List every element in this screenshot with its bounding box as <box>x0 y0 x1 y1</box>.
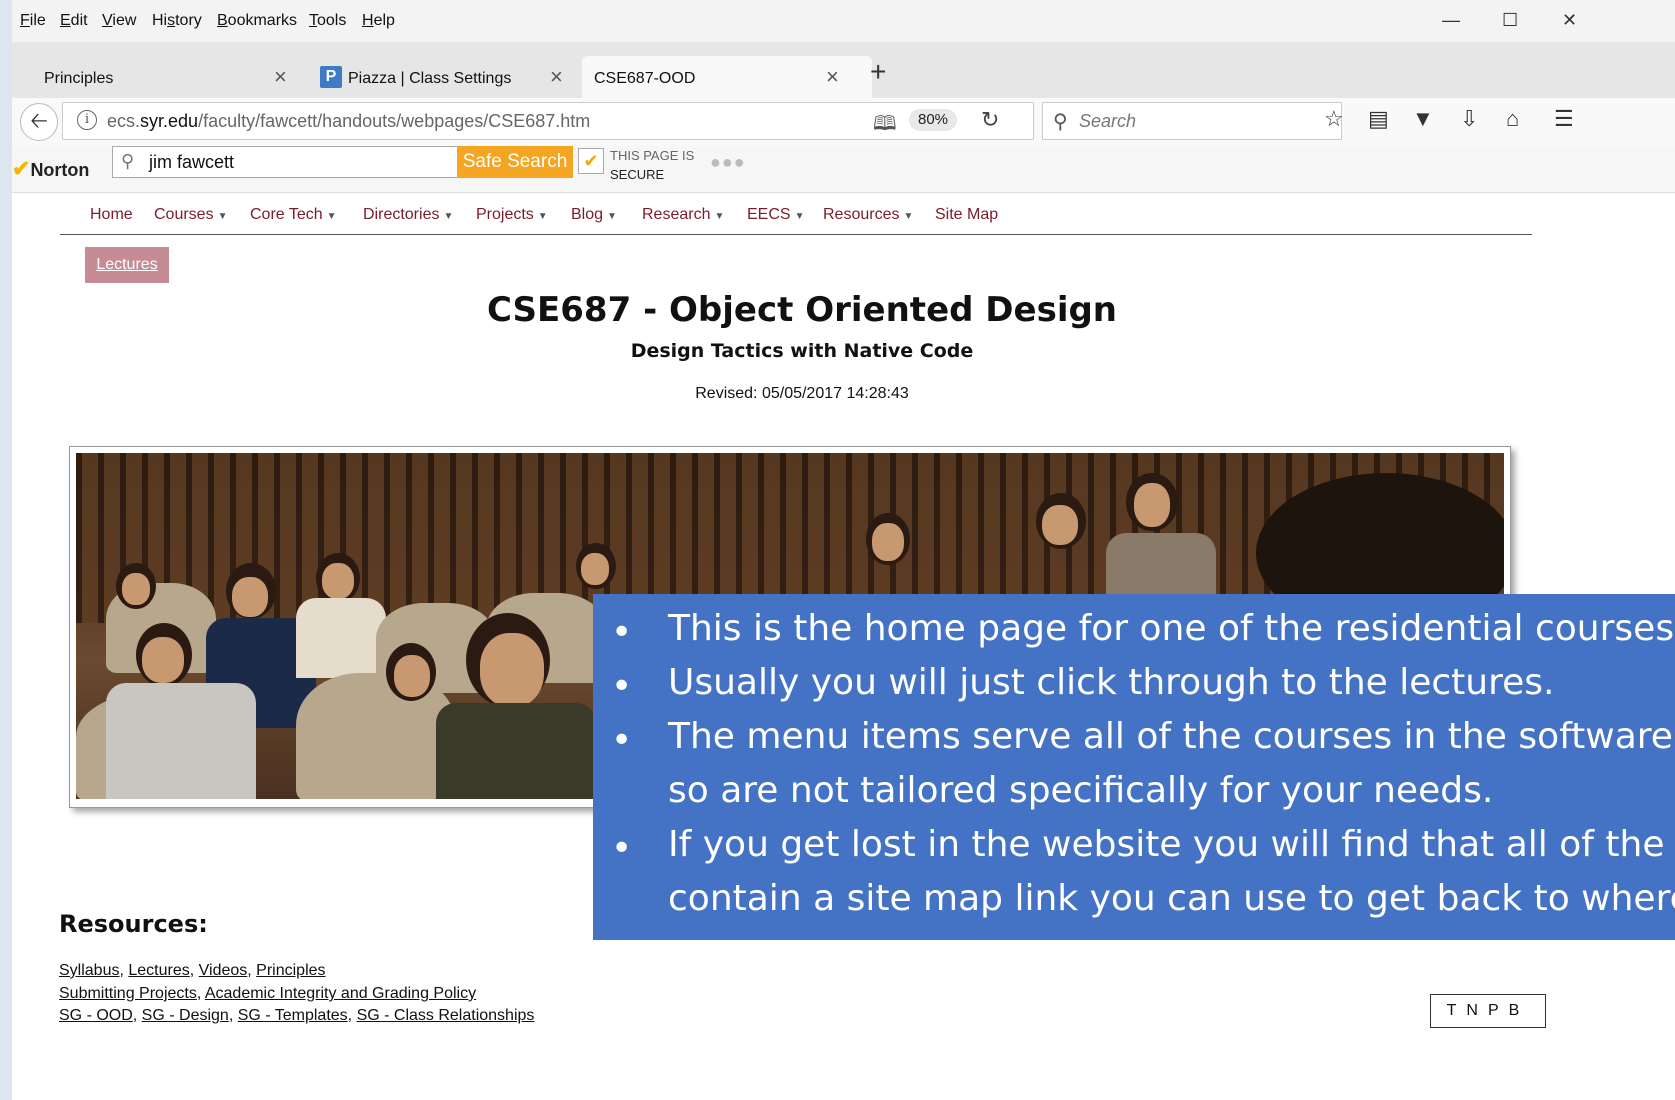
pocket-icon[interactable]: ▼ <box>1412 106 1434 132</box>
tab-piazza[interactable]: P Piazza | Class Settings × <box>314 56 584 98</box>
reader-view-icon[interactable]: 🕮 <box>873 109 897 143</box>
resource-line: Syllabus, Lectures, Videos, Principles <box>59 962 326 979</box>
page-subtitle: Design Tactics with Native Code <box>630 340 974 362</box>
caret-down-icon: ▼ <box>443 211 454 222</box>
menu-view[interactable]: View <box>102 12 136 30</box>
search-icon: ⚲ <box>1053 111 1068 133</box>
norton-check-icon: ✔ <box>12 156 31 181</box>
nav-eecs[interactable]: EECS ▼ <box>747 206 804 224</box>
close-tab-icon[interactable]: × <box>274 64 287 90</box>
revised-date: Revised: 05/05/2017 14:28:43 <box>695 385 909 402</box>
download-icon[interactable]: ⇩ <box>1460 106 1478 132</box>
nav-site-map[interactable]: Site Map <box>935 206 998 224</box>
caret-down-icon: ▼ <box>326 211 337 222</box>
lectures-button[interactable]: Lectures <box>85 247 169 283</box>
url-text: ecs.syr.edu/faculty/fawcett/handouts/web… <box>107 111 591 131</box>
tab-cse687[interactable]: CSE687-OOD × <box>582 56 872 98</box>
nav-divider <box>60 234 1532 235</box>
menu-file[interactable]: File <box>20 12 46 30</box>
link-sg-design[interactable]: SG - Design <box>142 1007 229 1024</box>
nav-home[interactable]: Home <box>90 206 133 224</box>
url-bar[interactable]: i ecs.syr.edu/faculty/fawcett/handouts/w… <box>62 102 1034 140</box>
minimize-icon[interactable]: — <box>1442 10 1460 31</box>
search-box[interactable]: ⚲ Search <box>1042 102 1342 140</box>
caret-down-icon: ▼ <box>217 211 228 222</box>
nav-resources[interactable]: Resources ▼ <box>823 206 913 224</box>
more-dots-icon[interactable]: ●●● <box>710 152 746 173</box>
tab-label: Principles <box>44 70 114 87</box>
maximize-icon[interactable]: ☐ <box>1502 10 1518 31</box>
slide-callout: • This is the home page for one of the r… <box>593 594 1675 940</box>
norton-logo: ✔Norton <box>12 156 90 181</box>
link-lectures[interactable]: Lectures <box>128 962 189 979</box>
search-placeholder: Search <box>1079 111 1137 131</box>
callout-line: The menu items serve all of the courses … <box>668 716 1675 757</box>
menu-bookmarks[interactable]: Bookmarks <box>217 12 297 30</box>
bullet: • <box>611 828 633 869</box>
norton-toolbar: ✔Norton ⚲ jim fawcett Safe Search ✔ THIS… <box>12 146 1675 193</box>
nav-projects[interactable]: Projects ▼ <box>476 206 548 224</box>
callout-line: so are not tailored specifically for you… <box>668 770 1494 811</box>
page-title: CSE687 - Object Oriented Design <box>486 290 1118 330</box>
link-syllabus[interactable]: Syllabus <box>59 962 119 979</box>
corner-nav-buttons[interactable]: TNPB <box>1430 994 1546 1028</box>
caret-down-icon: ▼ <box>903 211 914 222</box>
nav-blog[interactable]: Blog ▼ <box>571 206 617 224</box>
bullet: • <box>611 666 633 707</box>
bullet: • <box>611 612 633 653</box>
home-icon[interactable]: ⌂ <box>1506 106 1519 132</box>
callout-line: If you get lost in the website you will … <box>668 824 1675 865</box>
close-tab-icon[interactable]: × <box>826 64 839 90</box>
link-videos[interactable]: Videos <box>199 962 248 979</box>
close-window-icon[interactable]: ✕ <box>1562 10 1577 31</box>
search-icon: ⚲ <box>121 151 135 171</box>
bookmarks-menu-icon[interactable]: ▤ <box>1368 106 1389 132</box>
resources-heading: Resources: <box>59 910 208 938</box>
menu-history[interactable]: History <box>152 12 202 30</box>
callout-line: Usually you will just click through to t… <box>668 662 1555 703</box>
norton-search-input[interactable]: ⚲ jim fawcett <box>112 146 459 178</box>
nav-core-tech[interactable]: Core Tech ▼ <box>250 206 337 224</box>
caret-down-icon: ▼ <box>537 211 548 222</box>
secure-status: THIS PAGE IS SECURE <box>610 148 695 182</box>
link-principles[interactable]: Principles <box>256 962 325 979</box>
link-sg-class-relationships[interactable]: SG - Class Relationships <box>357 1007 535 1024</box>
nav-courses[interactable]: Courses ▼ <box>154 206 227 224</box>
zoom-level[interactable]: 80% <box>909 109 957 131</box>
link-sg-templates[interactable]: SG - Templates <box>238 1007 348 1024</box>
caret-down-icon: ▼ <box>607 211 617 222</box>
bullet: • <box>611 720 633 761</box>
link-academic-integrity[interactable]: Academic Integrity and Grading Policy <box>205 985 476 1002</box>
link-submitting-projects[interactable]: Submitting Projects <box>59 985 197 1002</box>
caret-down-icon: ▼ <box>714 211 725 222</box>
tab-bar: Principles × P Piazza | Class Settings ×… <box>12 42 1675 98</box>
callout-line: contain a site map link you can use to g… <box>668 878 1675 919</box>
menu-bar: File Edit View History Bookmarks Tools H… <box>12 0 1675 42</box>
menu-edit[interactable]: Edit <box>60 12 88 30</box>
new-tab-icon[interactable]: + <box>870 56 886 88</box>
resource-line: Submitting Projects, Academic Integrity … <box>59 985 477 1002</box>
resource-line: SG - OOD, SG - Design, SG - Templates, S… <box>59 1007 535 1024</box>
menu-tools[interactable]: Tools <box>309 12 346 30</box>
reload-icon[interactable]: ↻ <box>981 107 999 133</box>
safe-search-button[interactable]: Safe Search <box>457 146 573 178</box>
tab-label: Piazza | Class Settings <box>348 70 512 87</box>
close-tab-icon[interactable]: × <box>550 64 563 90</box>
bookmark-star-icon[interactable]: ☆ <box>1324 106 1344 132</box>
nav-directories[interactable]: Directories ▼ <box>363 206 453 224</box>
link-sg-ood[interactable]: SG - OOD <box>59 1007 133 1024</box>
info-icon[interactable]: i <box>77 110 97 130</box>
callout-line: This is the home page for one of the res… <box>668 608 1675 649</box>
tab-principles[interactable]: Principles × <box>12 56 312 98</box>
caret-down-icon: ▼ <box>794 211 805 222</box>
menu-help[interactable]: Help <box>362 12 395 30</box>
back-arrow-icon[interactable]: 🡠 <box>20 103 58 141</box>
nav-research[interactable]: Research ▼ <box>642 206 724 224</box>
navigation-bar: 🡠 i ecs.syr.edu/faculty/fawcett/handouts… <box>12 98 1675 147</box>
piazza-icon: P <box>320 66 342 88</box>
secure-check-icon[interactable]: ✔ <box>578 148 604 174</box>
norton-search-value: jim fawcett <box>149 152 235 172</box>
tab-label: CSE687-OOD <box>594 70 696 87</box>
menu-hamburger-icon[interactable]: ☰ <box>1554 106 1574 132</box>
